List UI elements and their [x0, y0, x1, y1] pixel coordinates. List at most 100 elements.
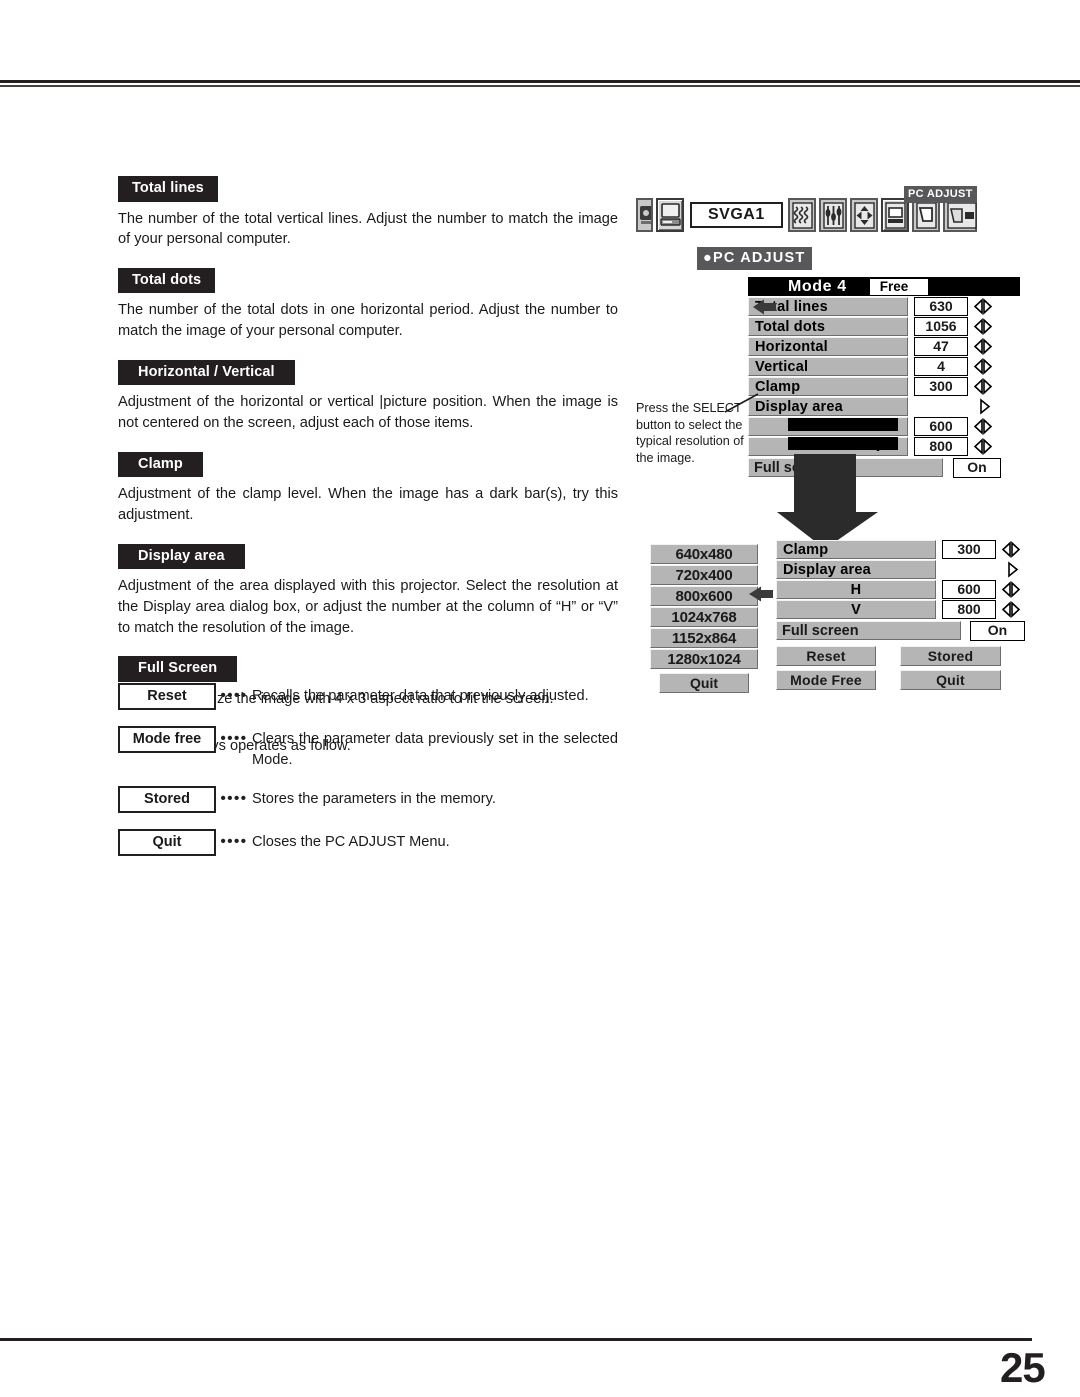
page-number: 25 [1000, 1344, 1046, 1391]
screen-icon[interactable] [911, 198, 940, 232]
right-arrow-icon[interactable] [1000, 560, 1022, 579]
left-right-arrows-icon[interactable] [972, 337, 994, 356]
section-heading: Total lines [118, 176, 218, 202]
dot-leader: •••• [220, 833, 248, 851]
footer-rule [0, 1338, 1032, 1341]
osd-row-display-area: Display area [776, 560, 1026, 579]
osd-button-row: Mode Free Quit [776, 670, 1026, 690]
key-row: Quit •••• Closes the PC ADJUST Menu. [118, 829, 618, 857]
section-display-area: Display area Adjustment of the area disp… [118, 543, 618, 639]
row-value[interactable]: 800 [942, 600, 996, 619]
row-value[interactable]: 300 [942, 540, 996, 559]
left-right-arrows-icon[interactable] [1000, 540, 1022, 559]
row-value[interactable]: 47 [914, 337, 968, 356]
osd-row-vertical: Vertical 4 [748, 357, 1020, 376]
resolution-option[interactable]: 640x480 [650, 544, 758, 564]
right-arrow-icon[interactable] [972, 397, 994, 416]
row-value[interactable]: 300 [914, 377, 968, 396]
left-right-arrows-icon[interactable] [972, 417, 994, 436]
row-value[interactable]: 600 [942, 580, 996, 599]
key-row: Mode free •••• Clears the parameter data… [118, 726, 618, 770]
left-right-arrows-icon[interactable] [1000, 580, 1022, 599]
left-right-arrows-icon[interactable] [1000, 600, 1022, 619]
left-right-arrows-icon[interactable] [972, 357, 994, 376]
flow-down-arrow-icon [774, 454, 884, 549]
resolution-option[interactable]: 1024x768 [650, 607, 758, 627]
row-value[interactable]: 800 [914, 437, 968, 456]
key-row: Reset •••• Recalls the parameter data th… [118, 683, 618, 710]
osd-stored-button[interactable]: Stored [900, 646, 1001, 666]
section-clamp: Clamp Adjustment of the clamp level. Whe… [118, 451, 618, 526]
mode-free-field[interactable]: Free [868, 277, 929, 296]
input-source-label[interactable]: SVGA1 [690, 202, 783, 228]
row-label: Total dots [748, 317, 908, 336]
section-body: Adjustment of the area displayed with th… [118, 578, 618, 636]
section-total-dots: Total dots The number of the total dots … [118, 267, 618, 342]
resolution-pointer-icon [746, 586, 774, 607]
full-screen-value[interactable]: On [953, 457, 1001, 478]
osd-reset-button[interactable]: Reset [776, 646, 876, 666]
resolution-option-selected[interactable]: 800x600 [650, 586, 758, 606]
osd-illustration: SVGA1 PC ADJUST ●PC ADJUST Mode 4 Free T… [636, 186, 1036, 693]
row-label: Display area [748, 397, 908, 416]
selection-pointer-icon [751, 299, 777, 315]
stored-button[interactable]: Stored [118, 786, 216, 814]
section-horizontal-vertical: Horizontal / Vertical Adjustment of the … [118, 359, 618, 434]
reset-button[interactable]: Reset [118, 683, 216, 710]
row-value[interactable]: 600 [914, 417, 968, 436]
redaction-bar [788, 437, 898, 450]
left-right-arrows-icon[interactable] [972, 297, 994, 316]
section-total-lines: Total lines The number of the total vert… [118, 176, 618, 250]
quit-button[interactable]: Quit [118, 829, 216, 857]
osd-row-v: V 800 [776, 600, 1026, 619]
left-right-arrows-icon[interactable] [972, 437, 994, 456]
sound-icon[interactable] [942, 198, 977, 232]
section-body: The number of the total dots in one hori… [118, 302, 618, 340]
osd-quit-button[interactable]: Quit [900, 670, 1001, 690]
key-description: Recalls the parameter data that previous… [252, 688, 589, 704]
video-input-icon[interactable] [636, 198, 653, 232]
row-value[interactable]: 630 [914, 297, 968, 316]
section-heading: Total dots [118, 267, 216, 294]
dot-leader: •••• [220, 730, 248, 747]
resolution-option[interactable]: 1152x864 [650, 628, 758, 648]
row-label: Vertical [748, 357, 908, 376]
key-row: Stored •••• Stores the parameters in the… [118, 786, 618, 814]
key-description: Stores the parameters in the memory. [252, 791, 496, 808]
section-heading: Full Screen [118, 656, 238, 682]
resolution-option[interactable]: 1280x1024 [650, 649, 758, 669]
osd-row-clamp: Clamp 300 [776, 540, 1026, 559]
fine-sync-icon[interactable] [787, 198, 816, 232]
osd-button-row: Reset Stored [776, 646, 1026, 666]
section-heading: Clamp [118, 451, 203, 478]
left-right-arrows-icon[interactable] [972, 377, 994, 396]
full-screen-value[interactable]: On [970, 620, 1025, 641]
total-dots-icon[interactable] [818, 198, 847, 232]
dot-leader: •••• [220, 790, 248, 808]
section-body: Adjustment of the clamp level. When the … [118, 486, 618, 524]
row-value[interactable]: 4 [914, 357, 968, 376]
row-value[interactable]: 1056 [914, 317, 968, 336]
osd-menu-title: ●PC ADJUST [697, 247, 813, 270]
osd-menu-bar: SVGA1 PC ADJUST [636, 186, 980, 232]
display-area-dialog: 640x480 720x400 800x600 1024x768 1152x86… [650, 544, 758, 693]
pc-adjust-icon[interactable] [880, 198, 909, 232]
key-description: Closes the PC ADJUST Menu. [252, 834, 450, 851]
pc-adjust-dialog-expanded: Clamp 300 Display area H 600 V 800 Full … [776, 540, 1026, 690]
osd-mode-free-button[interactable]: Mode Free [776, 670, 876, 690]
resolution-quit-button[interactable]: Quit [659, 673, 749, 693]
resolution-option[interactable]: 720x400 [650, 565, 758, 585]
mode-free-button[interactable]: Mode free [118, 726, 216, 753]
left-right-arrows-icon[interactable] [972, 317, 994, 336]
osd-row-full-screen: Full screen On [776, 620, 1026, 641]
position-icon[interactable] [849, 198, 878, 232]
osd-row-clamp: Clamp 300 [748, 377, 1020, 396]
row-label: Clamp [748, 377, 908, 396]
section-body: The number of the total vertical lines. … [118, 210, 618, 248]
mode-label: Mode 4 [788, 278, 847, 295]
computer-input-icon[interactable] [656, 198, 684, 232]
osd-row-h: H 600 [776, 580, 1026, 599]
dot-leader: •••• [220, 687, 248, 704]
key-description: Clears the parameter data previously set… [252, 731, 618, 768]
row-label: H [776, 580, 936, 599]
